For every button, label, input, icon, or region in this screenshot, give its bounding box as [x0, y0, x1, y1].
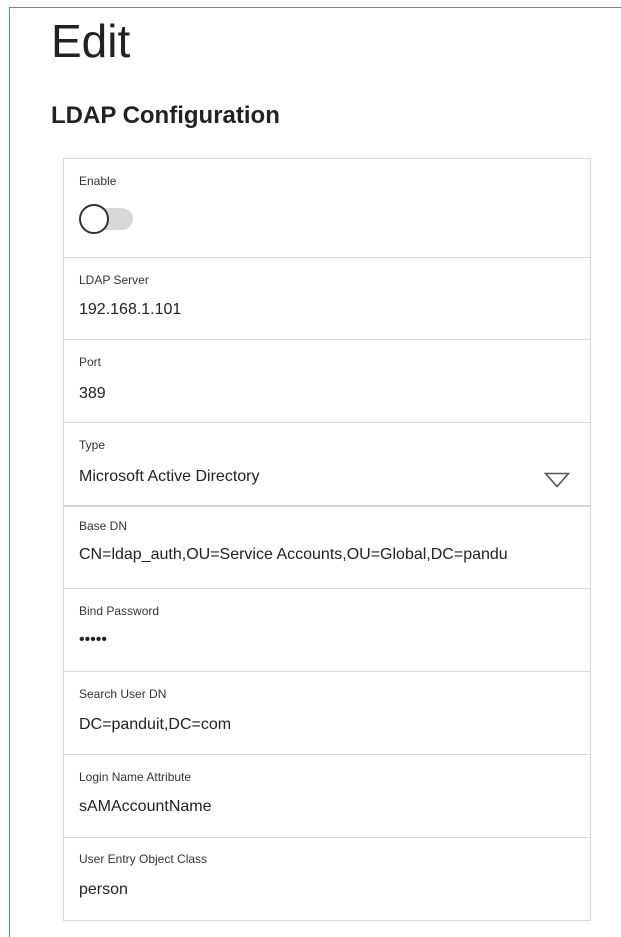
ldap-server-field: LDAP Server 192.168.1.101: [64, 257, 590, 339]
base-dn-field: Base DN CN=ldap_auth,OU=Service Accounts…: [64, 506, 590, 588]
type-field: Type Microsoft Active Directory: [64, 422, 590, 506]
enable-label: Enable: [79, 174, 117, 188]
ldap-config-form: Enable LDAP Server 192.168.1.101 Port 38…: [63, 158, 591, 921]
ldap-server-label: LDAP Server: [79, 273, 149, 287]
toggle-knob: [79, 204, 109, 234]
base-dn-input[interactable]: CN=ldap_auth,OU=Service Accounts,OU=Glob…: [79, 546, 508, 564]
search-user-dn-label: Search User DN: [79, 687, 167, 701]
user-entry-object-class-field: User Entry Object Class person: [64, 837, 590, 920]
enable-toggle[interactable]: [79, 204, 133, 234]
login-name-attribute-input[interactable]: sAMAccountName: [79, 798, 212, 816]
page-title: Edit: [51, 15, 131, 67]
base-dn-label: Base DN: [79, 519, 128, 533]
port-label: Port: [79, 355, 102, 369]
port-input[interactable]: 389: [79, 385, 106, 403]
bind-password-input[interactable]: •••••: [79, 631, 107, 649]
login-name-attribute-label: Login Name Attribute: [79, 770, 192, 784]
chevron-down-icon[interactable]: [544, 472, 570, 488]
user-entry-object-class-input[interactable]: person: [79, 881, 128, 899]
login-name-attribute-field: Login Name Attribute sAMAccountName: [64, 754, 590, 837]
type-select[interactable]: Microsoft Active Directory: [79, 468, 259, 486]
port-field: Port 389: [64, 339, 590, 422]
section-title: LDAP Configuration: [51, 102, 280, 129]
bind-password-field: Bind Password •••••: [64, 588, 590, 671]
bind-password-label: Bind Password: [79, 604, 160, 618]
user-entry-object-class-label: User Entry Object Class: [79, 852, 208, 866]
ldap-server-input[interactable]: 192.168.1.101: [79, 301, 181, 319]
search-user-dn-input[interactable]: DC=panduit,DC=com: [79, 716, 231, 734]
type-label: Type: [79, 438, 106, 452]
search-user-dn-field: Search User DN DC=panduit,DC=com: [64, 671, 590, 754]
enable-field: Enable: [64, 159, 590, 257]
